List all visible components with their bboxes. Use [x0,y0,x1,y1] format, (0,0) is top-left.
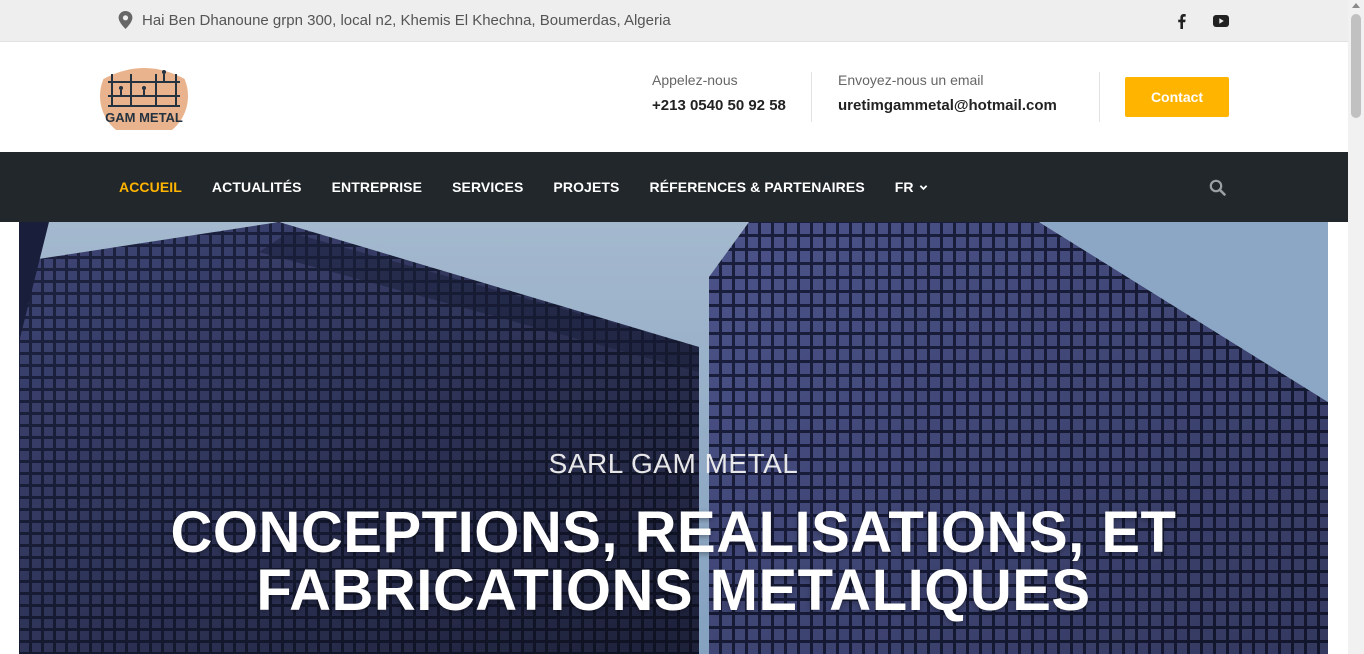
phone-label: Appelez-nous [652,72,738,88]
nav-label: FR [894,179,914,195]
nav-item-projets[interactable]: PROJETS [553,179,619,195]
phone-number[interactable]: +213 0540 50 92 58 [652,97,786,114]
nav-item-actualites[interactable]: ACTUALITÉS [212,179,302,195]
phone-block: Appelez-nous +213 0540 50 92 58 [652,72,786,114]
email-label: Envoyez-nous un email [838,72,984,88]
scroll-up-arrow-icon[interactable] [1352,3,1360,8]
top-bar: Hai Ben Dhanoune grpn 300, local n2, Khe… [0,0,1348,42]
nav-item-services[interactable]: SERVICES [452,179,523,195]
hero-kicker: SARL GAM METAL [548,448,799,479]
scrollbar-thumb[interactable] [1351,14,1361,118]
map-pin-icon [118,11,133,29]
nav-label: ACTUALITÉS [211,179,302,195]
main-nav: ACCUEIL ACTUALITÉS ENTREPRISE SERVICES P… [0,152,1348,222]
hero-banner: SARL GAM METAL CONCEPTIONS, REALISATIONS… [19,222,1328,654]
youtube-icon[interactable] [1211,12,1231,30]
divider [811,72,812,122]
email-address[interactable]: uretimgammetal@hotmail.com [838,97,1057,114]
language-dropdown[interactable]: FR [895,179,928,195]
nav-label: ENTREPRISE [331,179,423,195]
address: Hai Ben Dhanoune grpn 300, local n2, Khe… [118,11,671,29]
search-icon[interactable] [1209,179,1226,196]
nav-label: ACCUEIL [119,179,182,195]
address-text: Hai Ben Dhanoune grpn 300, local n2, Khe… [142,11,671,29]
email-block: Envoyez-nous un email uretimgammetal@hot… [838,72,1057,114]
hero-headline: CONCEPTIONS, REALISATIONS, ET FABRICATIO… [19,504,1328,620]
svg-text:GAM METAL: GAM METAL [105,110,183,125]
nav-label: SERVICES [452,179,524,195]
nav-item-accueil[interactable]: ACCUEIL [119,179,182,195]
chevron-down-icon [919,184,927,190]
nav-item-references[interactable]: RÉFERENCES & PARTENAIRES [649,179,864,195]
page: Hai Ben Dhanoune grpn 300, local n2, Khe… [0,0,1364,654]
header: GAM METAL Appelez-nous +213 0540 50 92 5… [0,42,1348,152]
divider [1099,72,1100,122]
nav-item-entreprise[interactable]: ENTREPRISE [332,179,422,195]
gam-metal-logo[interactable]: GAM METAL [98,52,190,130]
facebook-icon[interactable] [1171,12,1191,30]
nav-label: RÉFERENCES & PARTENAIRES [649,179,865,195]
scrollbar[interactable] [1348,0,1364,654]
nav-label: PROJETS [553,179,620,195]
hero-headline-line: FABRICATIONS METALIQUES [256,558,1091,623]
contact-button[interactable]: Contact [1125,77,1229,117]
hero-headline-line: CONCEPTIONS, REALISATIONS, ET [170,500,1177,565]
